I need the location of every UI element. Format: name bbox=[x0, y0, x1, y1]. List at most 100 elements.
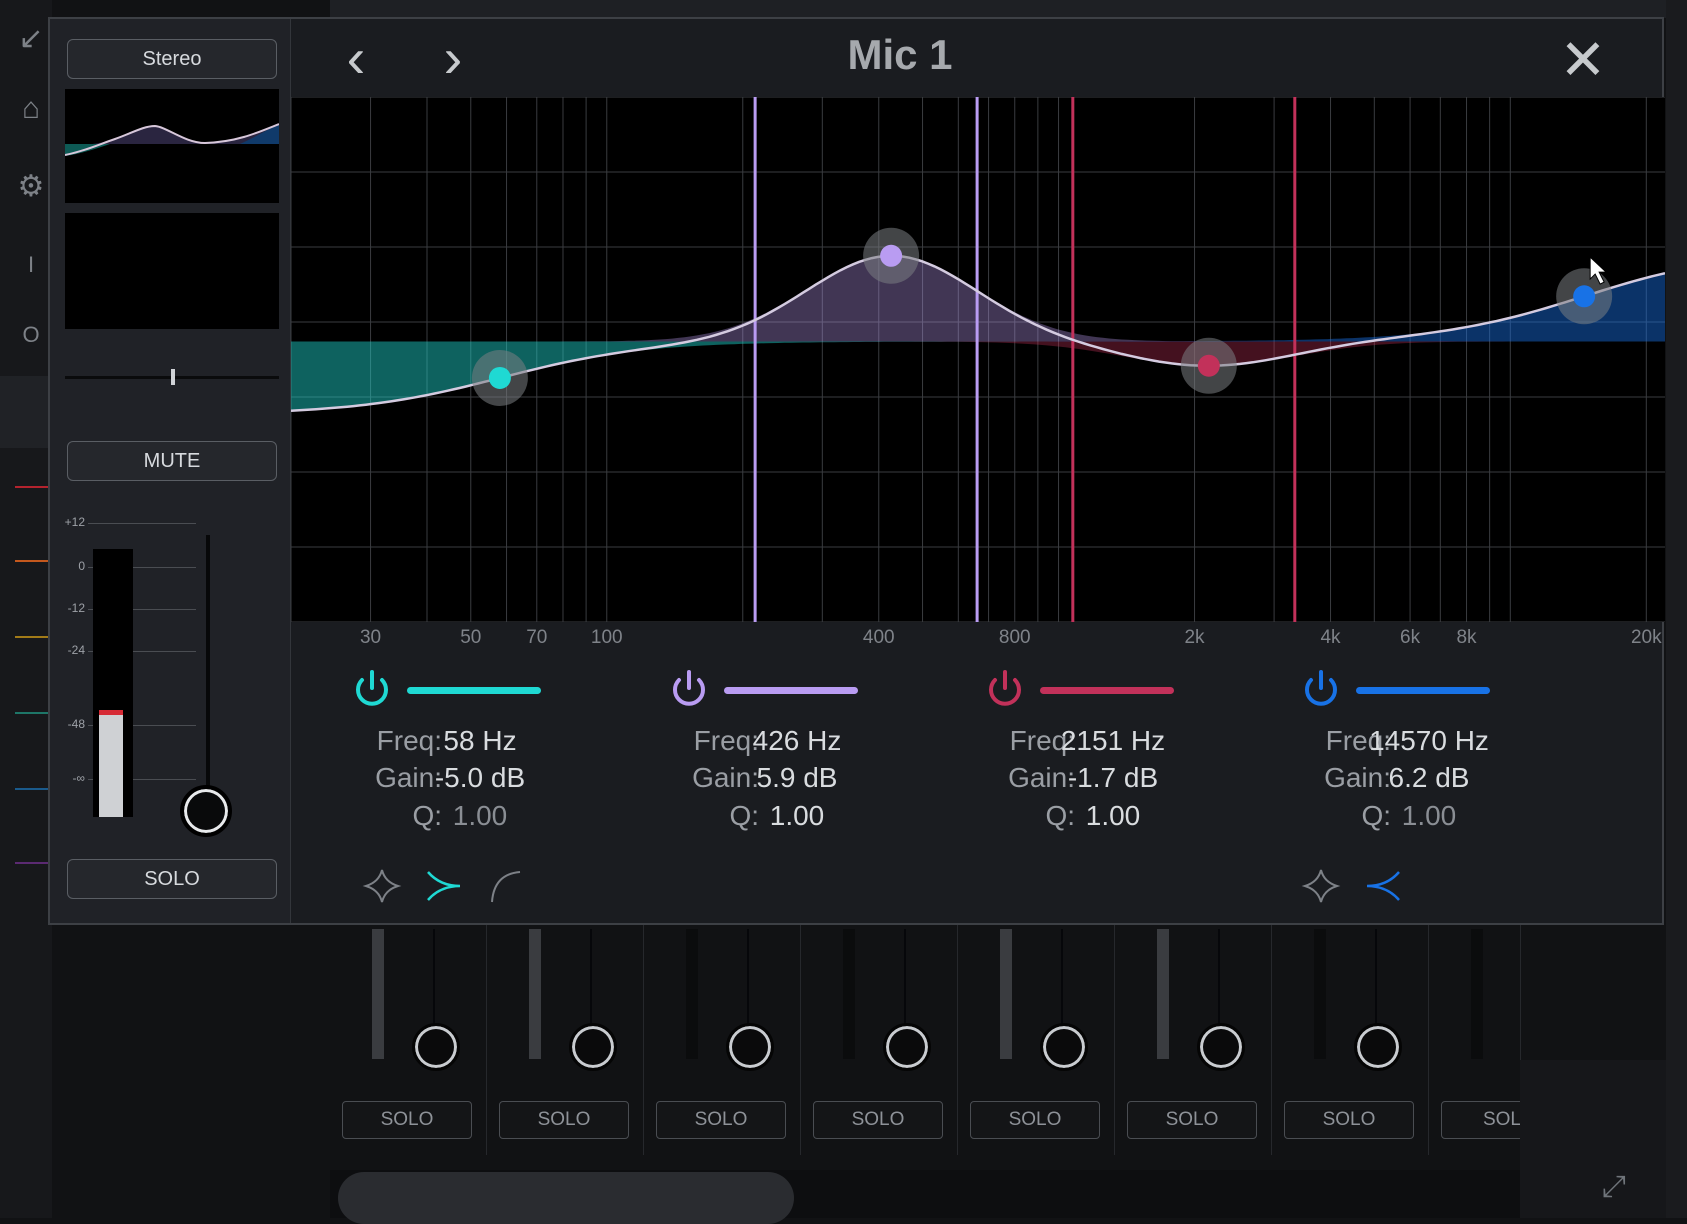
eq-graph-canvas[interactable] bbox=[291, 97, 1665, 622]
high-pass-icon[interactable] bbox=[484, 864, 528, 908]
mixer-scrollbar[interactable] bbox=[330, 1170, 1520, 1224]
band-4-controls: Freq: 14570 Hz Gain: 6.2 dB Q: 1.00 bbox=[1269, 659, 1569, 914]
close-button[interactable]: ✕ bbox=[1555, 32, 1611, 89]
high-shelf-icon[interactable] bbox=[1361, 864, 1405, 908]
gain-value[interactable]: -1.7 dB bbox=[1068, 762, 1158, 794]
channel-meter bbox=[372, 929, 384, 1059]
input-icon[interactable]: I bbox=[14, 248, 48, 282]
bell-icon[interactable] bbox=[360, 864, 404, 908]
previous-channel-button[interactable]: ‹ bbox=[333, 30, 379, 86]
freq-value[interactable]: 58 Hz bbox=[443, 725, 516, 757]
low-shelf-icon[interactable] bbox=[422, 864, 466, 908]
channel-solo-button[interactable]: SOLO bbox=[970, 1101, 1100, 1139]
q-value[interactable]: 1.00 bbox=[1402, 800, 1457, 832]
eq-thumbnail[interactable] bbox=[64, 89, 280, 203]
mixer-top-strip bbox=[330, 0, 1687, 18]
solo-button[interactable]: SOLO bbox=[67, 859, 277, 899]
band-color-bar bbox=[724, 687, 858, 694]
gear-icon[interactable]: ⚙ bbox=[14, 170, 48, 204]
channel-fader-knob[interactable] bbox=[1040, 1023, 1088, 1071]
band-4-handle[interactable] bbox=[1556, 268, 1613, 325]
mute-button[interactable]: MUTE bbox=[67, 441, 277, 481]
band-1-handle[interactable] bbox=[471, 349, 528, 406]
band-2-controls: Freq: 426 Hz Gain: 5.9 dB Q: 1.00 bbox=[637, 659, 937, 914]
q-value[interactable]: 1.00 bbox=[770, 800, 825, 832]
mixer-channel: SOLO bbox=[487, 925, 644, 1155]
channel-solo-button[interactable]: SOLO bbox=[1127, 1101, 1257, 1139]
channel-meter bbox=[1471, 929, 1483, 1059]
scrollbar-thumb[interactable] bbox=[338, 1172, 794, 1224]
gain-value[interactable]: 6.2 dB bbox=[1389, 762, 1470, 794]
band-2-handle[interactable] bbox=[863, 227, 920, 284]
mixer-channel: SOL bbox=[1429, 925, 1521, 1155]
q-label: Q: bbox=[1361, 800, 1391, 831]
channel-color-tick bbox=[15, 788, 49, 790]
volume-meter bbox=[93, 549, 133, 817]
channel-color-tick bbox=[15, 712, 49, 714]
frequency-tick-label: 30 bbox=[359, 627, 382, 648]
channel-meter bbox=[529, 929, 541, 1059]
channel-solo-button[interactable]: SOL bbox=[1441, 1101, 1520, 1139]
volume-scale-line bbox=[88, 523, 196, 524]
frequency-tick-label: 2k bbox=[1184, 627, 1205, 648]
channel-fader-knob[interactable] bbox=[1197, 1023, 1245, 1071]
freq-label: Freq: bbox=[376, 725, 442, 756]
dialog-title: Mic 1 bbox=[847, 31, 953, 78]
channel-color-tick bbox=[15, 636, 49, 638]
band-color-bar bbox=[1356, 687, 1490, 694]
power-icon[interactable] bbox=[1299, 667, 1343, 711]
volume-scale-label: -∞ bbox=[72, 771, 85, 785]
channel-meter bbox=[1157, 929, 1169, 1059]
freq-value[interactable]: 14570 Hz bbox=[1369, 725, 1489, 757]
pan-slider-handle[interactable] bbox=[171, 369, 175, 385]
collapse-icon[interactable]: ↙ bbox=[14, 22, 48, 56]
volume-scale-label: -24 bbox=[67, 643, 85, 657]
power-icon[interactable] bbox=[983, 667, 1027, 711]
channel-solo-button[interactable]: SOLO bbox=[499, 1101, 629, 1139]
mixer-channel: SOLO bbox=[1115, 925, 1272, 1155]
expand-icon[interactable]: ⤢ bbox=[1602, 1170, 1626, 1204]
channel-solo-button[interactable]: SOLO bbox=[813, 1101, 943, 1139]
channel-solo-button[interactable]: SOLO bbox=[1284, 1101, 1414, 1139]
frequency-axis: 30 50 70 100 400 800 2k 4k 6k 8k 20k bbox=[291, 622, 1665, 652]
bell-icon[interactable] bbox=[1299, 864, 1343, 908]
volume-scale-label: -48 bbox=[67, 717, 85, 731]
channel-fader-knob[interactable] bbox=[883, 1023, 931, 1071]
gain-label: Gain: bbox=[375, 762, 442, 793]
power-icon[interactable] bbox=[667, 667, 711, 711]
q-value[interactable]: 1.00 bbox=[453, 800, 508, 832]
band-3-handle[interactable] bbox=[1180, 337, 1237, 394]
q-label: Q: bbox=[412, 800, 442, 831]
freq-value[interactable]: 2151 Hz bbox=[1061, 725, 1165, 757]
gain-value[interactable]: -5.0 dB bbox=[435, 762, 525, 794]
channel-fader-knob[interactable] bbox=[1354, 1023, 1402, 1071]
frequency-tick-label: 6k bbox=[1400, 627, 1421, 648]
q-label: Q: bbox=[1045, 800, 1075, 831]
channel-fader-knob[interactable] bbox=[726, 1023, 774, 1071]
channel-meter bbox=[1000, 929, 1012, 1059]
frequency-tick-label: 8k bbox=[1456, 627, 1477, 648]
stereo-button[interactable]: Stereo bbox=[67, 39, 277, 79]
power-icon[interactable] bbox=[350, 667, 394, 711]
channel-solo-button[interactable]: SOLO bbox=[656, 1101, 786, 1139]
mixer-channel: SOLO bbox=[1272, 925, 1429, 1155]
spectrum-thumbnail[interactable] bbox=[65, 213, 279, 329]
home-icon[interactable]: ⌂ bbox=[14, 92, 48, 126]
band-1-controls: Freq: 58 Hz Gain: -5.0 dB Q: 1.00 bbox=[320, 659, 620, 914]
channel-meter bbox=[1314, 929, 1326, 1059]
next-channel-button[interactable]: › bbox=[430, 30, 476, 86]
channel-fader-knob[interactable] bbox=[412, 1023, 460, 1071]
channel-fader-knob[interactable] bbox=[569, 1023, 617, 1071]
volume-fader-knob[interactable] bbox=[180, 785, 232, 837]
gain-value[interactable]: 5.9 dB bbox=[757, 762, 838, 794]
output-icon[interactable]: O bbox=[14, 318, 48, 352]
channel-solo-button[interactable]: SOLO bbox=[342, 1101, 472, 1139]
channel-color-tick bbox=[15, 862, 49, 864]
volume-fader-track[interactable] bbox=[206, 535, 210, 821]
frequency-tick-label: 70 bbox=[526, 627, 548, 648]
eq-graph[interactable] bbox=[291, 97, 1665, 622]
mixer-channel: SOLO bbox=[801, 925, 958, 1155]
freq-value[interactable]: 426 Hz bbox=[753, 725, 842, 757]
gain-label: Gain: bbox=[1008, 762, 1075, 793]
q-value[interactable]: 1.00 bbox=[1086, 800, 1141, 832]
